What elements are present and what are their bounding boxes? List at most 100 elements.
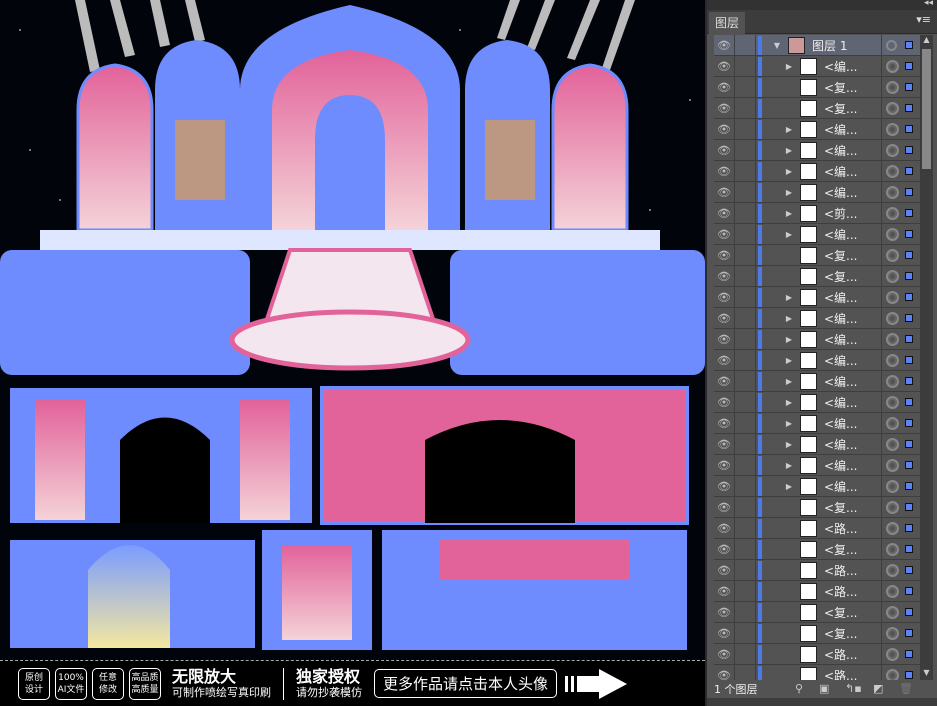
expand-right-icon[interactable]: ▶ — [782, 230, 796, 239]
target-icon[interactable] — [886, 269, 899, 283]
lock-toggle[interactable] — [734, 433, 756, 455]
layer-name[interactable]: <复... — [824, 79, 884, 96]
layer-row-top[interactable]: 👁 ▼ 图层 1 — [714, 35, 920, 56]
layer-row[interactable]: 👁 ▶ <编... — [714, 160, 920, 182]
layer-name[interactable]: <编... — [824, 142, 884, 159]
layer-row[interactable]: 👁 <复... — [714, 496, 920, 518]
layer-row[interactable]: 👁 ▶ <编... — [714, 328, 920, 350]
target-icon[interactable] — [886, 542, 899, 556]
eye-icon[interactable]: 👁 — [714, 165, 734, 178]
eye-icon[interactable]: 👁 — [714, 501, 734, 514]
layer-row[interactable]: 👁 ▶ <编... — [714, 412, 920, 434]
expand-right-icon[interactable]: ▶ — [782, 62, 796, 71]
layer-name[interactable]: <路... — [824, 667, 884, 681]
selection-indicator[interactable] — [905, 293, 913, 301]
layer-row[interactable]: 👁 ▶ <编... — [714, 286, 920, 308]
target-icon[interactable] — [886, 416, 899, 430]
eye-icon[interactable]: 👁 — [714, 207, 734, 220]
trash-icon[interactable]: 🗑 — [899, 682, 913, 695]
layer-name[interactable]: <编... — [824, 289, 884, 306]
artboard-canvas[interactable] — [0, 0, 705, 706]
lock-toggle[interactable] — [734, 202, 756, 224]
eye-icon[interactable]: 👁 — [714, 60, 734, 73]
eye-icon[interactable]: 👁 — [714, 249, 734, 262]
selection-indicator[interactable] — [905, 482, 913, 490]
eye-icon[interactable]: 👁 — [714, 291, 734, 304]
expand-right-icon[interactable]: ▶ — [782, 146, 796, 155]
selection-indicator[interactable] — [905, 272, 913, 280]
selection-indicator[interactable] — [905, 629, 913, 637]
layer-row[interactable]: 👁 <复... — [714, 601, 920, 623]
eye-icon[interactable]: 👁 — [714, 669, 734, 681]
eye-icon[interactable]: 👁 — [714, 228, 734, 241]
target-icon[interactable] — [886, 626, 899, 640]
lock-toggle[interactable] — [734, 349, 756, 371]
layer-row[interactable]: 👁 <路... — [714, 580, 920, 602]
search-icon[interactable]: ⚲ — [795, 682, 803, 695]
target-icon[interactable] — [886, 668, 899, 680]
selection-indicator[interactable] — [905, 167, 913, 175]
target-icon[interactable] — [886, 605, 899, 619]
selection-indicator[interactable] — [905, 356, 913, 364]
selection-indicator[interactable] — [905, 587, 913, 595]
eye-icon[interactable]: 👁 — [714, 417, 734, 430]
eye-icon[interactable]: 👁 — [714, 585, 734, 598]
eye-icon[interactable]: 👁 — [714, 480, 734, 493]
layer-row[interactable]: 👁 <路... — [714, 517, 920, 539]
target-icon[interactable] — [886, 374, 899, 388]
panel-resize-grip[interactable] — [707, 698, 937, 706]
lock-toggle[interactable] — [734, 328, 756, 350]
layer-name[interactable]: <编... — [824, 310, 884, 327]
target-icon[interactable] — [886, 500, 899, 514]
target-icon[interactable] — [886, 227, 899, 241]
target-icon[interactable] — [886, 332, 899, 346]
scroll-down-icon[interactable]: ▼ — [920, 668, 933, 680]
target-icon[interactable] — [886, 122, 899, 136]
target-icon[interactable] — [886, 59, 899, 73]
new-sublayer-icon[interactable]: ↰▪ — [845, 682, 862, 695]
layer-name[interactable]: <编... — [824, 394, 884, 411]
target-icon[interactable] — [886, 248, 899, 262]
eye-icon[interactable]: 👁 — [714, 648, 734, 661]
lock-toggle[interactable] — [734, 538, 756, 560]
layer-row[interactable]: 👁 <复... — [714, 538, 920, 560]
lock-toggle[interactable] — [734, 139, 756, 161]
lock-toggle[interactable] — [734, 517, 756, 539]
expand-right-icon[interactable]: ▶ — [782, 377, 796, 386]
eye-icon[interactable]: 👁 — [714, 354, 734, 367]
target-icon[interactable] — [886, 143, 899, 157]
layer-row[interactable]: 👁 ▶ <编... — [714, 118, 920, 140]
lock-toggle[interactable] — [734, 181, 756, 203]
lock-toggle[interactable] — [734, 97, 756, 119]
lock-toggle[interactable] — [734, 664, 756, 680]
selection-indicator[interactable] — [905, 440, 913, 448]
layer-name[interactable]: <编... — [824, 478, 884, 495]
layer-row[interactable]: 👁 ▶ <编... — [714, 223, 920, 245]
eye-icon[interactable]: 👁 — [714, 333, 734, 346]
layer-row[interactable]: 👁 <路... — [714, 643, 920, 665]
eye-icon[interactable]: 👁 — [714, 123, 734, 136]
layer-row[interactable]: 👁 <复... — [714, 76, 920, 98]
layer-name[interactable]: <复... — [824, 268, 884, 285]
lock-toggle[interactable] — [734, 76, 756, 98]
panel-menu-icon[interactable]: ▾≡ — [916, 13, 931, 26]
layer-row[interactable]: 👁 ▶ <编... — [714, 370, 920, 392]
layer-name[interactable]: <复... — [824, 604, 884, 621]
lock-toggle[interactable] — [734, 580, 756, 602]
layer-row[interactable]: 👁 ▶ <编... — [714, 433, 920, 455]
target-icon[interactable] — [886, 437, 899, 451]
layer-row[interactable]: 👁 ▶ <编... — [714, 391, 920, 413]
expand-right-icon[interactable]: ▶ — [782, 440, 796, 449]
expand-right-icon[interactable]: ▶ — [782, 209, 796, 218]
lock-toggle[interactable] — [734, 160, 756, 182]
eye-icon[interactable]: 👁 — [714, 606, 734, 619]
layer-name[interactable]: <编... — [824, 373, 884, 390]
layer-name[interactable]: <复... — [824, 499, 884, 516]
layer-name[interactable]: <编... — [824, 121, 884, 138]
scroll-up-icon[interactable]: ▲ — [920, 35, 933, 47]
expand-right-icon[interactable]: ▶ — [782, 167, 796, 176]
selection-indicator[interactable] — [905, 83, 913, 91]
eye-icon[interactable]: 👁 — [714, 522, 734, 535]
eye-icon[interactable]: 👁 — [714, 186, 734, 199]
eye-icon[interactable]: 👁 — [714, 459, 734, 472]
